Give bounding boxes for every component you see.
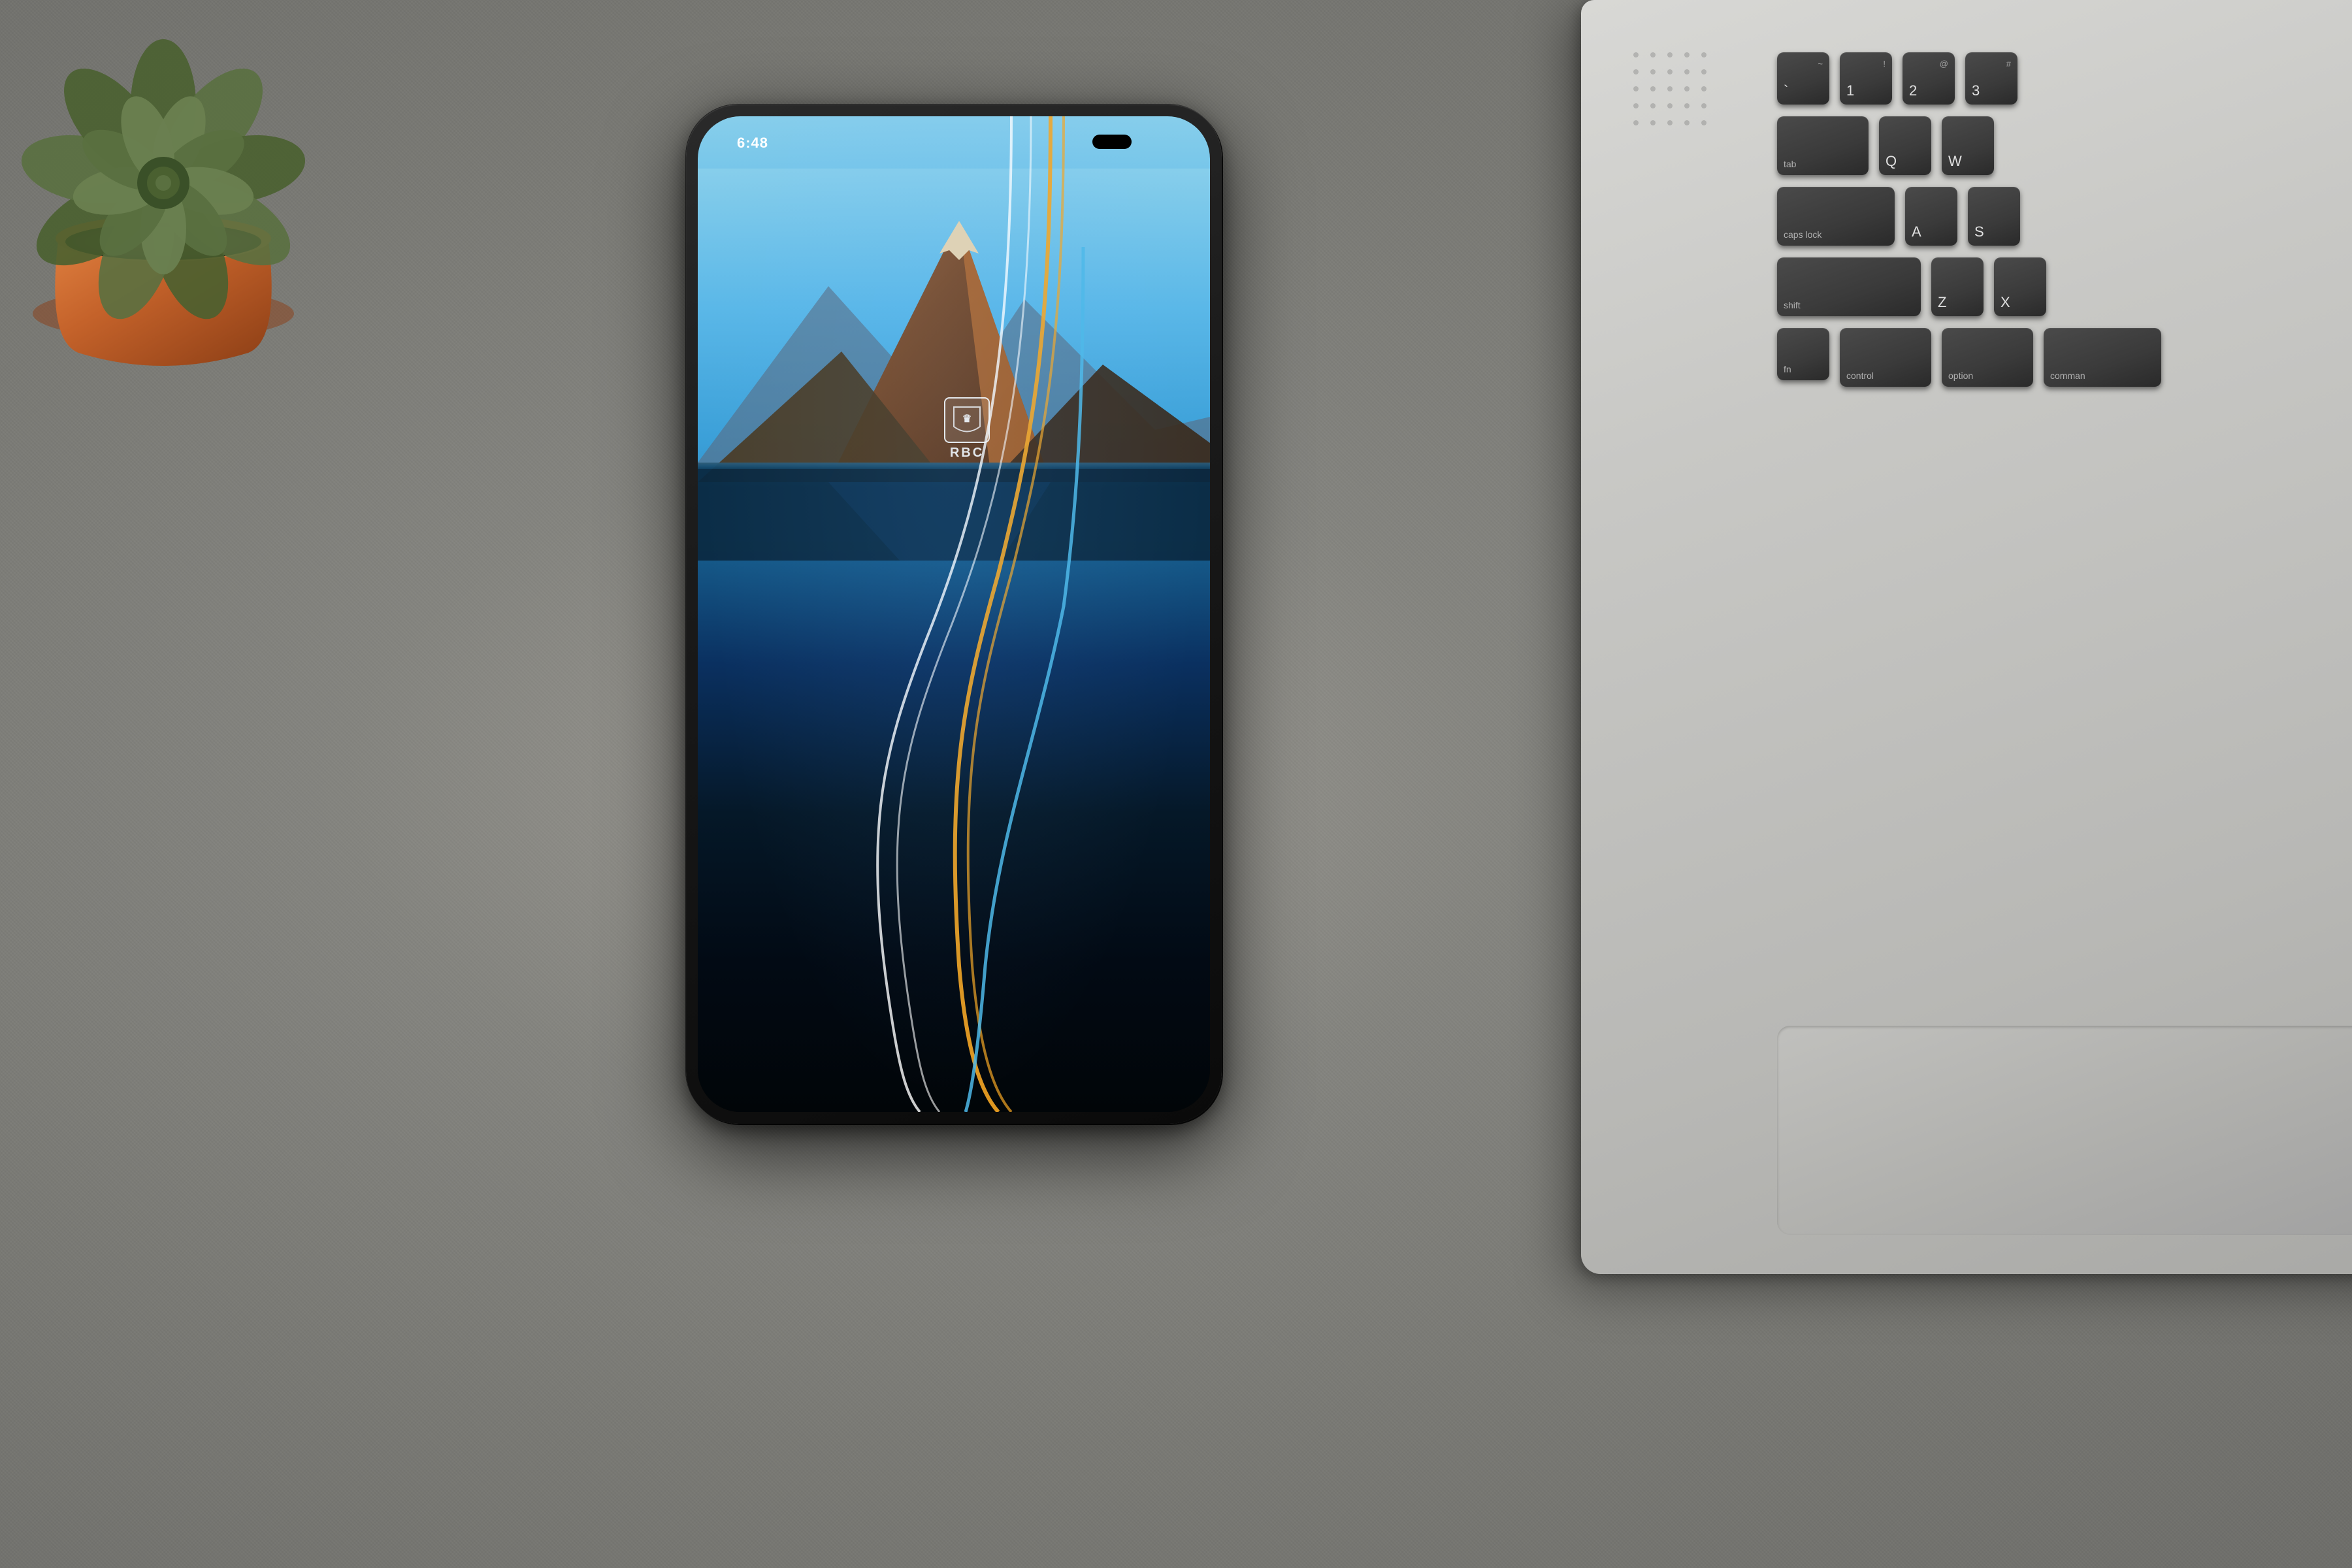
laptop-body: // Speaker dots rendered by template ~ `…	[1581, 0, 2352, 1274]
succulent-svg	[0, 0, 366, 366]
screen-lines	[698, 116, 1210, 1112]
key-s[interactable]: S	[1968, 187, 2020, 246]
key-z[interactable]: Z	[1931, 257, 1984, 316]
key-tab[interactable]: tab	[1777, 116, 1869, 175]
trackpad[interactable]	[1777, 1026, 2352, 1235]
key-row-numbers: ~ ` ! 1 @ 2 # 3	[1777, 52, 2352, 105]
key-1[interactable]: ! 1	[1840, 52, 1892, 105]
key-row-zxcv: shift Z X	[1777, 257, 2352, 316]
phone-device: ♛ RBC 6:48	[686, 105, 1222, 1124]
key-row-qwerty: tab Q W	[1777, 116, 2352, 175]
svg-text:♛: ♛	[962, 414, 972, 425]
key-x[interactable]: X	[1994, 257, 2046, 316]
key-row-modifiers: fn control option comman	[1777, 328, 2352, 387]
key-2[interactable]: @ 2	[1903, 52, 1955, 105]
key-a[interactable]: A	[1905, 187, 1957, 246]
option-label: option	[1948, 370, 1973, 382]
keyboard: ~ ` ! 1 @ 2 # 3 tab	[1777, 52, 2352, 1130]
key-tilde[interactable]: ~ `	[1777, 52, 1829, 105]
camera-hole	[1092, 135, 1132, 149]
rbc-logo: ♛ RBC	[934, 397, 1000, 469]
laptop-device: // Speaker dots rendered by template ~ `…	[1437, 0, 2352, 1307]
rbc-lion-svg: ♛	[951, 404, 983, 436]
rbc-brand-text: RBC	[950, 446, 984, 461]
key-3[interactable]: # 3	[1965, 52, 2017, 105]
key-caps-lock[interactable]: caps lock	[1777, 187, 1895, 246]
key-fn[interactable]: fn	[1777, 328, 1829, 380]
key-w[interactable]: W	[1942, 116, 1994, 175]
key-control[interactable]: control	[1840, 328, 1931, 387]
key-row-asdf: caps lock A S	[1777, 187, 2352, 246]
rbc-lion-icon: ♛	[944, 397, 990, 443]
key-shift[interactable]: shift	[1777, 257, 1921, 316]
plant-container	[0, 0, 366, 366]
speaker-dots	[1633, 52, 1712, 301]
phone-screen: ♛ RBC 6:48	[698, 116, 1210, 1112]
key-command[interactable]: comman	[2044, 328, 2161, 387]
phone-body: ♛ RBC 6:48	[686, 105, 1222, 1124]
key-option[interactable]: option	[1942, 328, 2033, 387]
status-time: 6:48	[737, 135, 768, 152]
key-q[interactable]: Q	[1879, 116, 1931, 175]
